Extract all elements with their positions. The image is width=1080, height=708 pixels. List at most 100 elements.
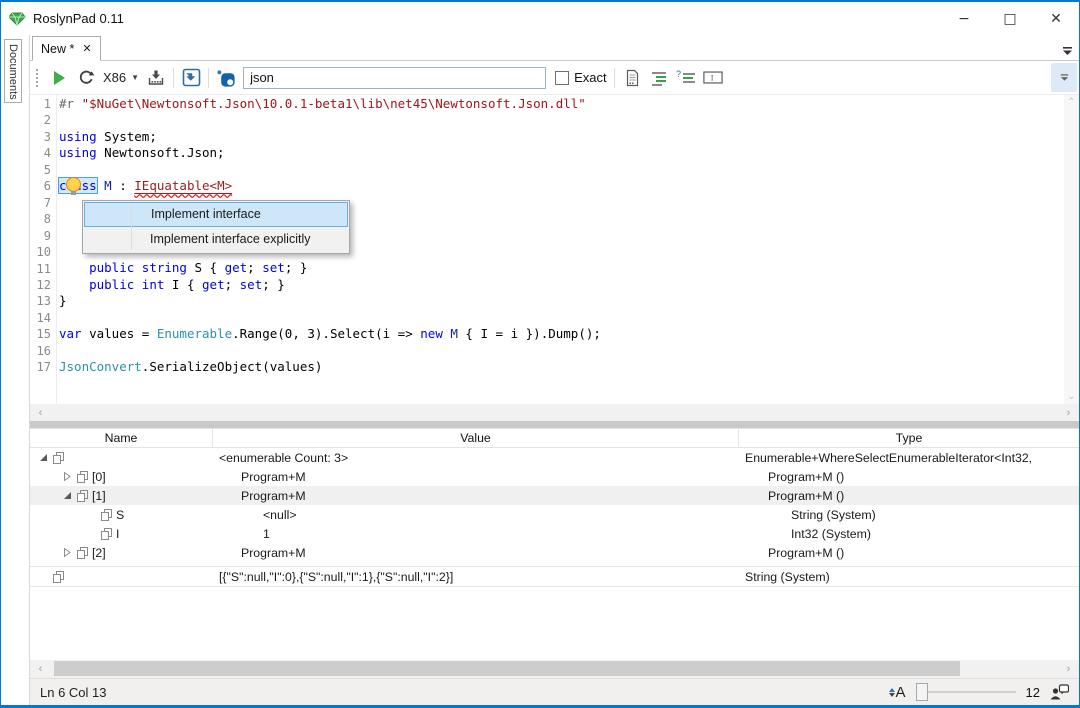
code-line[interactable]: using System; bbox=[59, 129, 1064, 145]
row-type: String (System) bbox=[739, 505, 1079, 524]
row-type: Enumerable+WhereSelectEnumerableIterator… bbox=[739, 448, 1079, 467]
search-input[interactable] bbox=[243, 67, 546, 89]
table-row[interactable]: S<null>String (System) bbox=[30, 505, 1079, 524]
code-line[interactable] bbox=[59, 343, 1064, 359]
results-horizontal-scrollbar[interactable]: ‹ › bbox=[30, 660, 1079, 678]
tab-close-icon[interactable]: ✕ bbox=[82, 42, 91, 55]
menu-item[interactable]: Implement interface explicitly bbox=[84, 227, 348, 252]
code-line[interactable]: using Newtonsoft.Json; bbox=[59, 145, 1064, 161]
results-splitter-handle[interactable] bbox=[30, 421, 1079, 428]
editor-vertical-scrollbar[interactable]: ⌃ ⌄ bbox=[1064, 95, 1079, 404]
code-line[interactable]: } bbox=[59, 293, 1064, 309]
nuget-packages-button[interactable] bbox=[216, 68, 236, 88]
copy-icon[interactable] bbox=[101, 509, 112, 521]
table-row[interactable]: [0]Program+MProgram+M () bbox=[30, 467, 1079, 486]
line-number: 11 bbox=[30, 261, 51, 277]
tree-collapse-icon[interactable] bbox=[62, 491, 73, 500]
status-bar: Ln 6 Col 13 A 12 bbox=[30, 678, 1079, 705]
comment-selection-button[interactable] bbox=[649, 68, 669, 88]
copy-icon[interactable] bbox=[101, 528, 112, 540]
font-size-icon: A bbox=[889, 684, 906, 701]
column-header-name[interactable]: Name bbox=[30, 429, 213, 447]
code-line[interactable]: public int I { get; set; } bbox=[59, 277, 1064, 293]
editor-horizontal-scrollbar[interactable]: ‹ › bbox=[30, 404, 1079, 421]
minimize-button[interactable]: − bbox=[941, 2, 987, 35]
code-token: #r bbox=[59, 96, 82, 111]
line-number: 16 bbox=[30, 343, 51, 359]
code-token: Enumerable bbox=[157, 326, 232, 341]
table-row[interactable]: [2]Program+MProgram+M () bbox=[30, 543, 1079, 562]
send-feedback-icon[interactable] bbox=[1050, 684, 1069, 701]
code-editor[interactable]: 1234567891011121314151617 #r "$NuGet\New… bbox=[30, 95, 1079, 404]
slider-thumb[interactable] bbox=[916, 683, 928, 701]
code-token: IEquatable<M> bbox=[134, 178, 232, 193]
documents-panel-tab[interactable]: Documents bbox=[4, 39, 22, 103]
tree-collapse-icon[interactable] bbox=[38, 453, 49, 462]
toolbar-grip[interactable] bbox=[36, 69, 40, 87]
line-number: 9 bbox=[30, 228, 51, 244]
code-line[interactable] bbox=[59, 162, 1064, 178]
toolbar-separator bbox=[614, 68, 615, 88]
scroll-left-icon[interactable]: ‹ bbox=[32, 404, 49, 421]
code-line[interactable]: var values = Enumerable.Range(0, 3).Sele… bbox=[59, 326, 1064, 342]
code-line[interactable] bbox=[59, 112, 1064, 128]
row-name: [2] bbox=[92, 546, 106, 560]
scroll-right-icon[interactable]: › bbox=[1060, 660, 1077, 677]
code-line[interactable] bbox=[59, 310, 1064, 326]
menu-item[interactable]: Implement interface bbox=[84, 202, 348, 227]
lightbulb-icon[interactable] bbox=[66, 177, 81, 192]
format-document-button[interactable] bbox=[622, 68, 642, 88]
table-row[interactable]: [{"S":null,"I":0},{"S":null,"I":1},{"S":… bbox=[30, 566, 1079, 587]
maximize-button[interactable]: □ bbox=[987, 2, 1033, 35]
restart-host-button[interactable] bbox=[76, 68, 96, 88]
row-type: Program+M () bbox=[739, 486, 1079, 505]
code-token: ; } bbox=[262, 277, 285, 292]
scrollbar-thumb[interactable] bbox=[54, 661, 960, 676]
title-bar[interactable]: RoslynPad 0.11 − □ ✕ bbox=[1, 2, 1079, 35]
copy-icon[interactable] bbox=[77, 547, 88, 559]
tab-overflow-chevron-icon[interactable] bbox=[1062, 46, 1073, 56]
app-window: RoslynPad 0.11 − □ ✕ Documents New * ✕ bbox=[0, 0, 1080, 708]
scroll-down-icon[interactable]: ⌄ bbox=[1064, 391, 1079, 402]
toolbar-overflow-button[interactable] bbox=[1051, 63, 1077, 92]
rename-symbol-button[interactable]: I bbox=[703, 68, 723, 88]
scroll-left-icon[interactable]: ‹ bbox=[32, 660, 49, 677]
copy-icon[interactable] bbox=[77, 490, 88, 502]
code-line[interactable]: #r "$NuGet\Newtonsoft.Json\10.0.1-beta1\… bbox=[59, 96, 1064, 112]
zoom-slider[interactable] bbox=[916, 683, 1016, 701]
run-button[interactable] bbox=[49, 68, 69, 88]
export-result-icon bbox=[182, 68, 201, 87]
tree-expand-icon[interactable] bbox=[62, 472, 73, 481]
copy-icon[interactable] bbox=[53, 452, 64, 464]
line-number: 8 bbox=[30, 211, 51, 227]
row-value: <null> bbox=[213, 505, 739, 524]
play-icon bbox=[54, 71, 65, 85]
close-button[interactable]: ✕ bbox=[1033, 2, 1079, 35]
column-header-value[interactable]: Value bbox=[213, 429, 739, 447]
code-line[interactable]: class M : IEquatable<M> bbox=[59, 178, 1064, 194]
copy-icon[interactable] bbox=[77, 471, 88, 483]
column-header-type[interactable]: Type bbox=[739, 429, 1079, 447]
format-question-icon: ? bbox=[676, 70, 696, 86]
uncomment-selection-button[interactable]: ? bbox=[676, 68, 696, 88]
send-to-new-document-button[interactable] bbox=[181, 68, 201, 88]
tree-expand-icon[interactable] bbox=[62, 548, 73, 557]
code-line[interactable]: public string S { get; set; } bbox=[59, 260, 1064, 276]
code-token: System; bbox=[97, 129, 157, 144]
copy-icon[interactable] bbox=[53, 571, 64, 583]
platform-dropdown[interactable]: X86 ▼ bbox=[103, 70, 139, 85]
table-row[interactable]: I1Int32 (System) bbox=[30, 524, 1079, 543]
table-row[interactable]: [1]Program+MProgram+M () bbox=[30, 486, 1079, 505]
tab-new-document[interactable]: New * ✕ bbox=[32, 36, 101, 61]
code-line[interactable]: JsonConvert.SerializeObject(values) bbox=[59, 359, 1064, 375]
scroll-right-icon[interactable]: › bbox=[1060, 404, 1077, 421]
exact-checkbox[interactable] bbox=[555, 71, 569, 85]
table-row[interactable]: <enumerable Count: 3>Enumerable+WhereSel… bbox=[30, 448, 1079, 467]
toolbar-separator bbox=[173, 68, 174, 88]
code-token: get bbox=[225, 260, 248, 275]
results-grid: Name Value Type <enumerable Count: 3>Enu… bbox=[30, 428, 1079, 660]
code-token: JsonConvert bbox=[59, 359, 142, 374]
nuget-restore-button[interactable] bbox=[146, 68, 166, 88]
results-grid-header: Name Value Type bbox=[30, 428, 1079, 448]
scroll-up-icon[interactable]: ⌃ bbox=[1064, 97, 1079, 108]
